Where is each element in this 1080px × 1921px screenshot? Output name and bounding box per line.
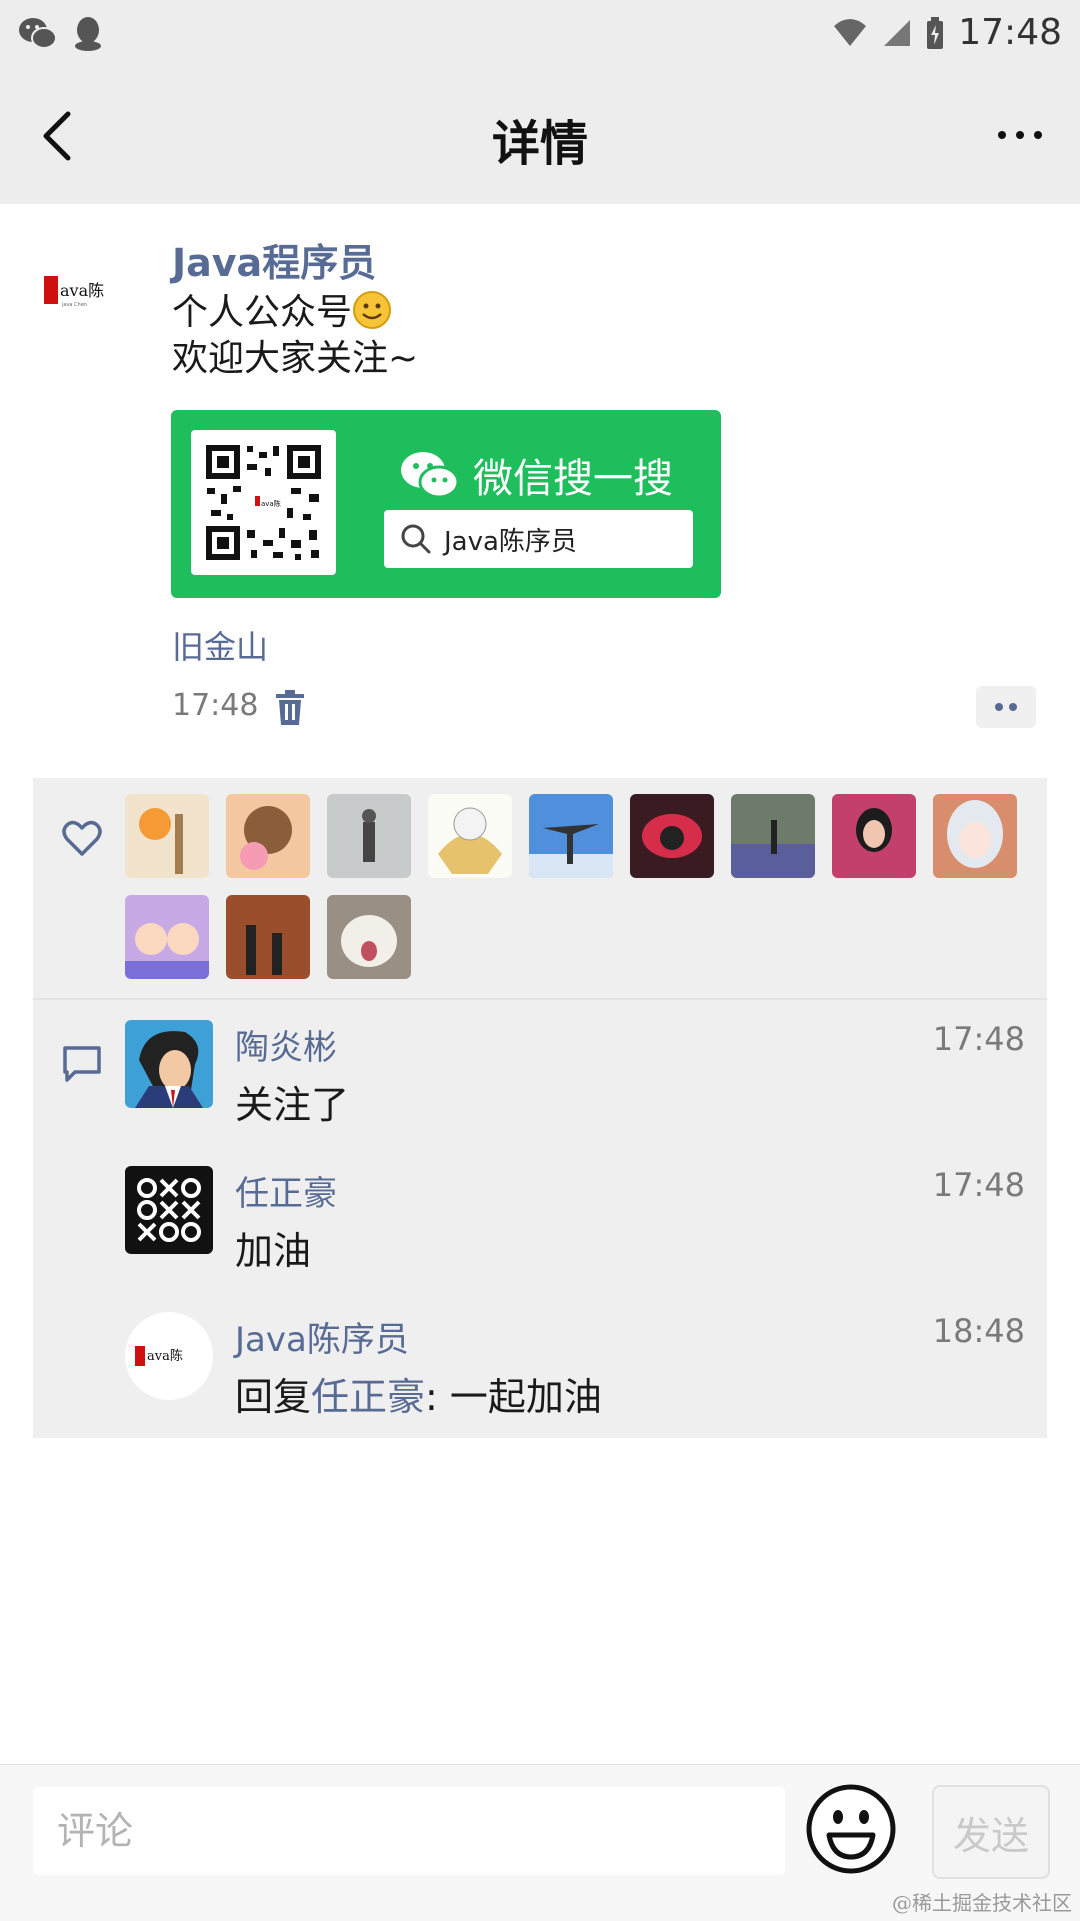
like-avatar[interactable] xyxy=(630,794,714,878)
like-avatar[interactable] xyxy=(731,794,815,878)
send-button[interactable]: 发送 xyxy=(932,1785,1050,1879)
comment-text: 关注了 xyxy=(235,1083,350,1127)
like-avatar[interactable] xyxy=(327,794,411,878)
card-title: 微信搜一搜 xyxy=(399,446,673,504)
smile-emoji-icon xyxy=(353,291,392,329)
post-location[interactable]: 旧金山 xyxy=(172,622,268,668)
wechat-search-card[interactable]: ava陈 微信搜一搜 Java陈序员 xyxy=(171,410,721,598)
qq-notification-icon xyxy=(75,17,101,51)
likes-area xyxy=(33,778,1047,1000)
nav-bar: 详情 xyxy=(0,68,1080,204)
comment-author[interactable]: Java陈序员 xyxy=(235,1312,409,1361)
search-icon xyxy=(401,524,431,554)
trash-icon[interactable] xyxy=(274,690,306,726)
comment-avatar[interactable] xyxy=(125,1020,213,1108)
like-avatar[interactable] xyxy=(832,794,916,878)
page-title: 详情 xyxy=(491,116,588,172)
comment-item[interactable]: 陶炎彬 17:48 关注了 xyxy=(125,1020,1025,1140)
comment-item[interactable]: 任正豪 17:48 加油 xyxy=(125,1166,1025,1286)
svg-text:ava陈: ava陈 xyxy=(147,1348,183,1364)
comment-time: 17:48 xyxy=(932,1020,1025,1058)
comments-area: 陶炎彬 17:48 关注了 任正豪 17:48 加油 ava陈 Java陈序员 … xyxy=(33,1000,1047,1438)
interaction-panel: 陶炎彬 17:48 关注了 任正豪 17:48 加油 ava陈 Java陈序员 … xyxy=(33,778,1047,1438)
comment-text: 回复任正豪: 一起加油 xyxy=(235,1366,602,1421)
like-avatar[interactable] xyxy=(226,895,310,979)
wechat-logo-icon xyxy=(401,452,460,499)
comment-item[interactable]: ava陈 Java陈序员 18:48 回复任正豪: 一起加油 xyxy=(125,1312,1025,1432)
like-avatar[interactable] xyxy=(529,794,613,878)
post-text: 个人公众号 欢迎大家关注~ xyxy=(172,290,418,382)
reply-text: : 一起加油 xyxy=(425,1375,602,1419)
like-avatar[interactable] xyxy=(125,895,209,979)
comment-icon xyxy=(63,1046,101,1082)
post-author[interactable]: Java程序员 xyxy=(172,232,376,287)
watermark: @稀土掘金技术社区 xyxy=(892,1891,1072,1915)
emoji-icon[interactable] xyxy=(805,1783,897,1875)
comment-input[interactable] xyxy=(33,1787,785,1875)
status-bar: 17:48 xyxy=(0,0,1080,68)
like-comment-action-button[interactable] xyxy=(976,686,1036,728)
card-search-box: Java陈序员 xyxy=(384,510,693,568)
like-avatar[interactable] xyxy=(428,794,512,878)
comment-text: 加油 xyxy=(235,1229,312,1273)
svg-text:ava陈: ava陈 xyxy=(60,281,104,300)
wifi-icon xyxy=(834,18,867,46)
comment-author[interactable]: 任正豪 xyxy=(235,1166,337,1215)
comment-author[interactable]: 陶炎彬 xyxy=(235,1020,337,1069)
comment-avatar[interactable]: ava陈 xyxy=(125,1312,213,1400)
like-avatar-grid xyxy=(125,794,1045,979)
signal-icon xyxy=(884,19,911,46)
post-text-line1: 个人公众号 xyxy=(172,292,353,333)
battery-icon xyxy=(927,16,944,49)
more-icon[interactable] xyxy=(990,110,1050,160)
card-search-text: Java陈序员 xyxy=(444,526,577,557)
wechat-notification-icon xyxy=(19,18,57,49)
like-avatar[interactable] xyxy=(226,794,310,878)
comment-avatar[interactable] xyxy=(125,1166,213,1254)
like-avatar[interactable] xyxy=(933,794,1017,878)
like-avatar[interactable] xyxy=(125,794,209,878)
like-avatar[interactable] xyxy=(327,895,411,979)
card-title-text: 微信搜一搜 xyxy=(473,456,673,502)
post-time: 17:48 xyxy=(172,688,259,723)
svg-text:java Chen: java Chen xyxy=(61,302,87,308)
comment-time: 18:48 xyxy=(932,1312,1025,1350)
heart-icon xyxy=(62,820,102,856)
post-text-line2: 欢迎大家关注~ xyxy=(172,338,419,379)
reply-to-user[interactable]: 任正豪 xyxy=(311,1375,425,1419)
qr-code: ava陈 xyxy=(191,430,336,575)
status-time: 17:48 xyxy=(958,12,1062,53)
svg-text:ava陈: ava陈 xyxy=(261,499,281,508)
reply-prefix: 回复 xyxy=(235,1375,312,1419)
dots-icon xyxy=(995,703,1017,711)
author-avatar[interactable]: ava陈 java Chen xyxy=(34,236,134,346)
comment-time: 17:48 xyxy=(932,1166,1025,1204)
